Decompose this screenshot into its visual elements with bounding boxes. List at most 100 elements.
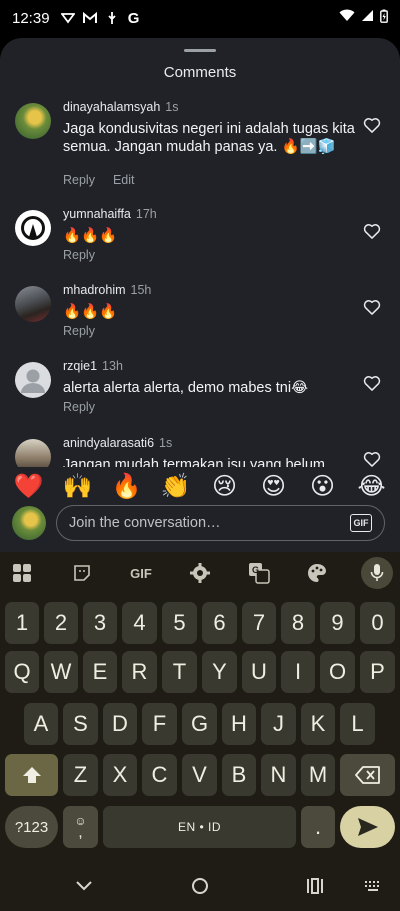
- key-e[interactable]: E: [83, 651, 117, 693]
- key-a[interactable]: A: [24, 703, 58, 745]
- key-n[interactable]: N: [261, 754, 296, 796]
- comment-text: 🔥🔥🔥: [63, 304, 118, 320]
- key-l[interactable]: L: [340, 703, 375, 745]
- reply-button[interactable]: Reply: [63, 173, 95, 187]
- key-i[interactable]: I: [281, 651, 315, 693]
- key-0[interactable]: 0: [360, 602, 395, 644]
- comment-input[interactable]: Join the conversation… GIF: [56, 505, 385, 541]
- reaction-heart[interactable]: ❤️: [11, 472, 47, 501]
- comment-actions: Reply Edit: [63, 173, 153, 187]
- space-key[interactable]: EN • ID: [103, 806, 296, 848]
- comments-sheet: Comments dinayahalamsyah 1s Jaga kondusiv…: [0, 38, 400, 552]
- comment-username[interactable]: rzqie1 13h: [63, 359, 123, 373]
- key-b[interactable]: B: [222, 754, 256, 796]
- back-chevron-icon[interactable]: [73, 875, 95, 897]
- reply-button[interactable]: Reply: [63, 248, 95, 262]
- avatar[interactable]: [15, 210, 51, 246]
- avatar[interactable]: [15, 286, 51, 322]
- reaction-raised-hands[interactable]: 🙌: [60, 472, 96, 501]
- reaction-surprised[interactable]: 😮: [305, 472, 341, 501]
- settings-gear-icon[interactable]: [187, 560, 213, 586]
- key-v[interactable]: V: [182, 754, 217, 796]
- battery-icon: [380, 9, 388, 28]
- key-3[interactable]: 3: [83, 602, 117, 644]
- gmail-icon: [82, 10, 98, 26]
- key-z[interactable]: Z: [63, 754, 98, 796]
- keyboard-switch-icon[interactable]: [362, 875, 384, 897]
- comment-username[interactable]: anindyalarasati6 1s: [63, 436, 172, 450]
- key-g[interactable]: G: [182, 703, 217, 745]
- key-8[interactable]: 8: [281, 602, 315, 644]
- key-1[interactable]: 1: [5, 602, 39, 644]
- status-bar: 12:39 G: [0, 0, 400, 36]
- reply-button[interactable]: Reply: [63, 400, 95, 414]
- shift-key[interactable]: [5, 754, 58, 796]
- key-f[interactable]: F: [142, 703, 177, 745]
- key-t[interactable]: T: [162, 651, 197, 693]
- key-x[interactable]: X: [103, 754, 137, 796]
- period-key[interactable]: .: [301, 806, 335, 848]
- comment-username[interactable]: yumnahaiffa 17h: [63, 207, 157, 221]
- mic-icon[interactable]: [361, 557, 393, 589]
- backspace-key[interactable]: [340, 754, 395, 796]
- status-time: 12:39: [12, 9, 50, 27]
- drag-handle[interactable]: [184, 49, 216, 52]
- comment-text: 🔥🔥🔥: [63, 228, 118, 244]
- key-q[interactable]: Q: [5, 651, 39, 693]
- cell-signal-icon: [361, 9, 374, 27]
- key-c[interactable]: C: [142, 754, 177, 796]
- apps-grid-icon[interactable]: [9, 560, 35, 586]
- key-u[interactable]: U: [242, 651, 276, 693]
- reply-button[interactable]: Reply: [63, 324, 95, 338]
- reaction-laugh[interactable]: 😂: [354, 472, 390, 501]
- recents-icon[interactable]: [304, 875, 326, 897]
- key-m[interactable]: M: [301, 754, 335, 796]
- avatar[interactable]: [15, 362, 51, 398]
- comment-username[interactable]: dinayahalamsyah 1s: [63, 100, 179, 114]
- key-4[interactable]: 4: [122, 602, 157, 644]
- avatar[interactable]: [15, 103, 51, 139]
- comment-time: 1s: [159, 436, 173, 450]
- comment-username[interactable]: mhadrohim 15h: [63, 283, 151, 297]
- like-heart-icon[interactable]: [362, 221, 382, 241]
- gif-button[interactable]: GIF: [350, 514, 372, 532]
- sheet-title: Comments: [163, 64, 237, 81]
- comment-actions: Reply: [63, 248, 113, 262]
- comment-actions: Reply: [63, 400, 113, 414]
- reaction-clap[interactable]: 👏: [158, 472, 194, 501]
- key-9[interactable]: 9: [320, 602, 355, 644]
- key-p[interactable]: P: [360, 651, 395, 693]
- key-r[interactable]: R: [122, 651, 157, 693]
- like-heart-icon[interactable]: [362, 449, 382, 469]
- gif-icon[interactable]: GIF: [126, 560, 156, 586]
- key-k[interactable]: K: [301, 703, 335, 745]
- theme-palette-icon[interactable]: [304, 560, 330, 586]
- symbols-key[interactable]: ?123: [5, 806, 58, 848]
- key-7[interactable]: 7: [242, 602, 276, 644]
- key-s[interactable]: S: [63, 703, 98, 745]
- key-h[interactable]: H: [222, 703, 256, 745]
- key-y[interactable]: Y: [202, 651, 237, 693]
- key-o[interactable]: O: [320, 651, 355, 693]
- like-heart-icon[interactable]: [362, 373, 382, 393]
- key-d[interactable]: D: [103, 703, 137, 745]
- key-2[interactable]: 2: [44, 602, 78, 644]
- comment-input-placeholder: Join the conversation…: [69, 515, 221, 531]
- key-5[interactable]: 5: [162, 602, 197, 644]
- reaction-fire[interactable]: 🔥: [109, 472, 145, 501]
- send-key[interactable]: [340, 806, 395, 848]
- quick-reactions-bar: ❤️ 🙌 🔥 👏 😢 😍 😮 😂: [0, 467, 400, 505]
- reaction-heart-eyes[interactable]: 😍: [256, 472, 292, 501]
- key-w[interactable]: W: [44, 651, 78, 693]
- edit-button[interactable]: Edit: [113, 173, 135, 187]
- comment-time: 13h: [102, 359, 123, 373]
- translate-icon[interactable]: G: [246, 560, 272, 586]
- emoji-comma-key[interactable]: ☺ ,: [63, 806, 98, 848]
- like-heart-icon[interactable]: [362, 297, 382, 317]
- key-j[interactable]: J: [261, 703, 296, 745]
- reaction-sad[interactable]: 😢: [207, 472, 243, 501]
- sticker-icon[interactable]: [69, 560, 95, 586]
- key-6[interactable]: 6: [202, 602, 237, 644]
- home-circle-icon[interactable]: [189, 875, 211, 897]
- like-heart-icon[interactable]: [362, 115, 382, 135]
